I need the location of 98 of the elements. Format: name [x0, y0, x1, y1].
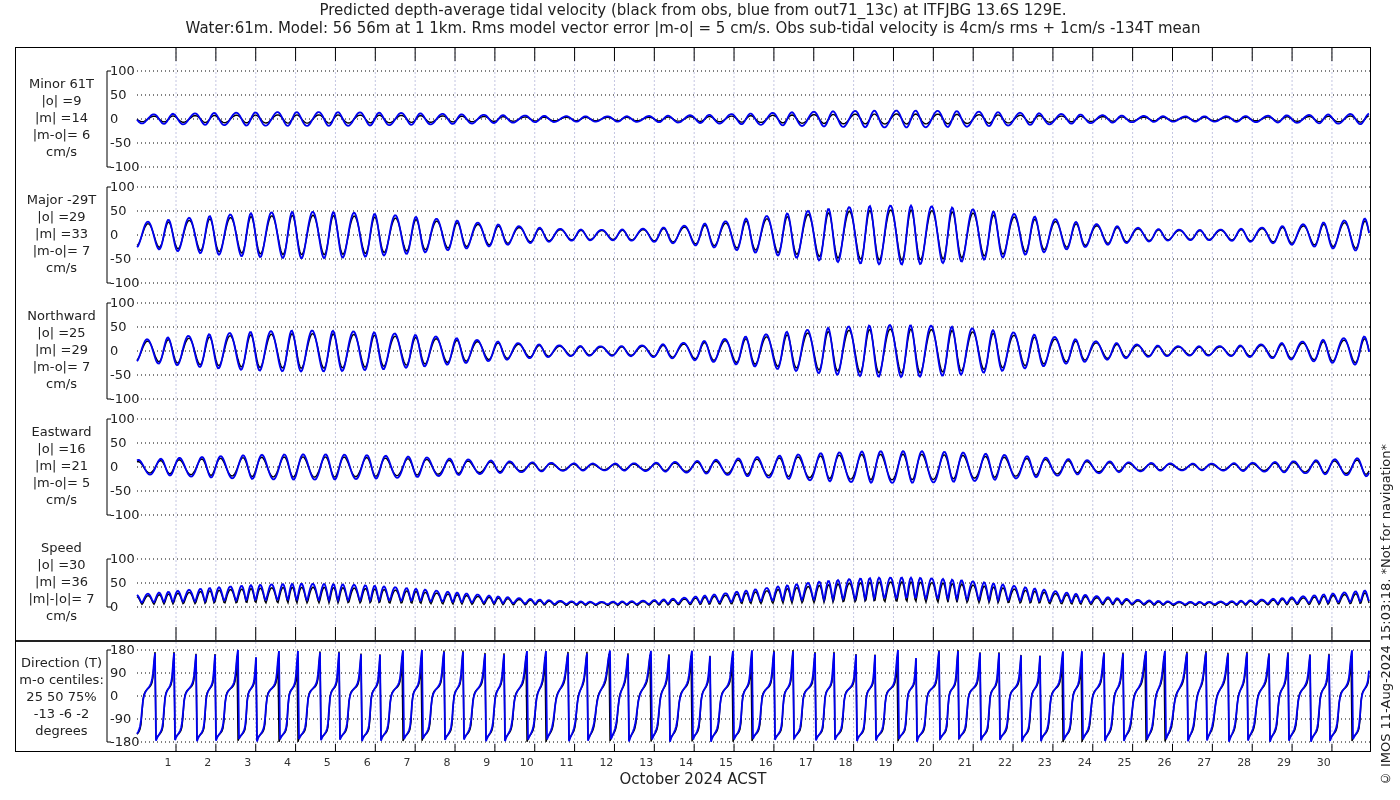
- y-tick-label: 0: [110, 598, 119, 614]
- copyright-note: © IMOS 11-Aug-2024 15:03:18. *Not for navigation*: [1378, 443, 1393, 786]
- x-tick-mark: [733, 626, 735, 641]
- y-tick-label: 180: [110, 641, 135, 657]
- y-tick-label: -50: [110, 482, 132, 498]
- y-tick-label: 50: [110, 574, 127, 590]
- x-tick-mark: [853, 626, 855, 641]
- x-tick-mark: [1251, 626, 1253, 641]
- x-tick-mark: [1172, 626, 1173, 641]
- x-tick-label: 7: [402, 756, 412, 769]
- y-tick-label: -100: [110, 274, 140, 290]
- y-tick-label: -90: [110, 710, 132, 726]
- x-tick-label: 1: [163, 756, 173, 769]
- chart-title: Predicted depth-average tidal velocity (black from obs, blue from out71_13c) at ITFJBG 13.6S 129E. Water:61m. Model: 56 56m at 1 1km. Rms model vector error |m-o| = 5 cm/s. Obs sub-tidal velocity is 4cm/s rms + 1cm/s -134T mean: [184, 0, 1202, 39]
- x-tick-mark: [972, 626, 974, 641]
- y-tick-label: 50: [110, 318, 127, 334]
- x-tick-label: 8: [442, 756, 452, 769]
- x-tick-mark: [1012, 626, 1014, 641]
- x-tick-mark: [893, 626, 894, 641]
- y-tick-label: 0: [110, 342, 119, 358]
- x-tick-label: 29: [1276, 756, 1292, 769]
- y-axis: [106, 558, 112, 608]
- x-tick-label: 10: [518, 756, 535, 769]
- x-tick-mark: [653, 626, 655, 641]
- x-tick-mark: [494, 626, 496, 641]
- x-tick-label: 23: [1036, 756, 1053, 769]
- x-tick-mark: [813, 626, 815, 641]
- x-tick-label: 24: [1076, 756, 1093, 769]
- x-tick-label: 12: [598, 756, 615, 769]
- x-tick-label: 3: [243, 756, 253, 769]
- x-tick-label: 14: [678, 756, 695, 769]
- y-tick-label: -100: [110, 158, 140, 174]
- y-tick-label: 0: [110, 687, 119, 703]
- x-tick-label: 5: [322, 756, 332, 769]
- x-tick-mark: [693, 626, 695, 641]
- y-tick-label: 100: [110, 178, 135, 194]
- panel-label: Northward |o| =25 |m| =29 |m-o|= 7 cm/s: [27, 306, 96, 392]
- x-tick-mark: [454, 626, 456, 641]
- x-tick-label: 25: [1116, 756, 1133, 769]
- x-tick-mark: [1052, 626, 1054, 641]
- x-tick-label: 20: [917, 756, 934, 769]
- x-tick-label: 16: [757, 756, 774, 769]
- y-tick-label: 100: [110, 410, 135, 426]
- y-tick-label: 50: [110, 86, 127, 102]
- x-tick-mark: [1331, 626, 1333, 641]
- y-tick-label: 0: [110, 110, 119, 126]
- x-tick-label: 6: [362, 756, 372, 769]
- x-tick-label: 11: [558, 756, 575, 769]
- x-tick-mark: [334, 626, 336, 641]
- y-tick-label: 50: [110, 434, 127, 450]
- x-tick-mark: [773, 626, 775, 641]
- x-tick-mark: [414, 626, 416, 641]
- y-tick-label: 0: [110, 458, 119, 474]
- y-tick-label: 0: [110, 226, 119, 242]
- x-tick-mark: [1092, 626, 1094, 641]
- y-tick-label: -50: [110, 250, 132, 266]
- y-tick-label: -180: [110, 733, 140, 749]
- x-tick-mark: [255, 626, 257, 641]
- x-tick-mark: [1291, 626, 1293, 641]
- x-tick-label: 9: [482, 756, 492, 769]
- panel-label: Major -29T |o| =29 |m| =33 |m-o|= 7 cm/s: [26, 190, 97, 276]
- y-tick-label: 50: [110, 202, 127, 218]
- x-tick-label: 2: [203, 756, 213, 769]
- x-tick-mark: [215, 626, 217, 641]
- x-tick-mark: [534, 626, 536, 641]
- x-tick-label: 4: [283, 756, 292, 769]
- x-tick-label: 28: [1236, 756, 1253, 769]
- panel-label: Eastward |o| =16 |m| =21 |m-o|= 5 cm/s: [31, 422, 92, 508]
- y-tick-label: -50: [110, 366, 132, 382]
- x-tick-label: 21: [957, 756, 974, 769]
- x-tick-label: 26: [1156, 756, 1173, 769]
- x-tick-label: 18: [837, 756, 854, 769]
- x-tick-label: 13: [638, 756, 655, 769]
- x-tick-mark: [295, 626, 297, 641]
- y-tick-label: -100: [110, 506, 140, 522]
- x-tick-mark: [1132, 626, 1134, 641]
- x-tick-mark: [932, 626, 934, 641]
- x-tick-label: 30: [1315, 756, 1332, 769]
- x-tick-label: 22: [996, 756, 1013, 769]
- y-tick-label: 90: [110, 664, 127, 680]
- y-tick-label: -50: [110, 134, 132, 150]
- x-tick-mark: [175, 626, 177, 641]
- x-tick-label: 15: [717, 756, 734, 769]
- y-tick-label: 100: [110, 550, 135, 566]
- x-tick-mark: [613, 626, 615, 641]
- y-tick-label: 100: [110, 294, 135, 310]
- x-tick-label: 27: [1196, 756, 1213, 769]
- x-tick-label: 17: [797, 756, 814, 769]
- panel-label: Speed |o| =30 |m| =36 |m|-|o|= 7 cm/s: [28, 539, 95, 624]
- y-tick-label: 100: [110, 62, 135, 78]
- y-tick-label: -100: [110, 390, 140, 406]
- x-axis-label: October 2024 ACST: [619, 770, 767, 788]
- x-tick-label: 19: [877, 756, 894, 769]
- x-tick-mark: [374, 626, 376, 641]
- x-tick-mark: [1211, 626, 1213, 641]
- x-tick-mark: [574, 626, 576, 641]
- panel-label: Minor 61T |o| =9 |m| =14 |m-o|= 6 cm/s: [29, 74, 94, 160]
- panel-label: Direction (T) m-o centiles: 25 50 75% -13 -6 -2 degrees: [19, 654, 104, 739]
